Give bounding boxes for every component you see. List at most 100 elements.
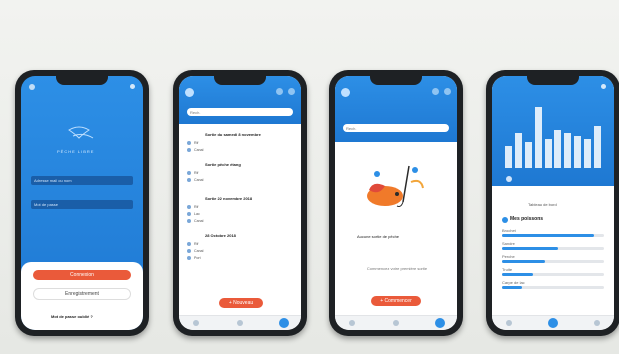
start-button[interactable]: + Commencer	[371, 296, 421, 306]
list-item[interactable]: Canal	[187, 146, 293, 153]
register-button[interactable]: Enregistrement	[33, 288, 131, 300]
login-button[interactable]: Connexion	[33, 270, 131, 280]
avatar[interactable]	[341, 88, 350, 97]
phone-notch	[370, 76, 422, 85]
list-item[interactable]: Canal	[187, 176, 293, 183]
brand-logo	[59, 124, 107, 150]
pin-icon	[187, 218, 191, 223]
fish-name: Truite	[502, 267, 513, 272]
brand-name: PÊCHE LIBRE	[57, 149, 95, 154]
nav-map-icon[interactable]	[349, 320, 355, 326]
pin-icon	[187, 170, 191, 175]
fish-bar	[502, 260, 545, 263]
fish-name: Perche	[502, 254, 515, 259]
new-outing-button[interactable]: + Nouveau	[219, 298, 263, 308]
chart-bar	[574, 136, 581, 168]
section-title: Sortie pêche étang	[205, 162, 241, 167]
fish-bar-track	[502, 234, 604, 237]
chart-bar	[505, 145, 513, 168]
chart-bar	[525, 142, 532, 168]
fish-illustration	[363, 160, 429, 218]
list-item[interactable]: Lac	[187, 210, 293, 217]
filter-icon[interactable]	[276, 88, 283, 95]
email-field[interactable]: Adresse mail ou nom	[31, 176, 133, 185]
search-placeholder: Rech.	[346, 125, 357, 131]
fish-icon	[502, 217, 508, 223]
list-item[interactable]: Rif	[187, 203, 293, 210]
empty-header: Rech.	[335, 76, 457, 142]
section-title: Sortie du samedi 8 novembre	[205, 132, 261, 137]
pin-icon	[187, 211, 191, 216]
list-item[interactable]: Rif	[187, 240, 293, 247]
dashboard-screen: Tableau de bord Mes poissons Brochet San…	[492, 76, 614, 330]
pin-icon	[187, 248, 191, 253]
list-screen: Rech. Sortie du samedi 8 novembre Rif Ca…	[179, 76, 301, 330]
phone-login: PÊCHE LIBRE Adresse mail ou nom Mot de p…	[15, 70, 149, 336]
pin-icon	[187, 241, 191, 246]
list-item[interactable]: Port	[187, 254, 293, 261]
settings-icon[interactable]	[444, 88, 451, 95]
list-item[interactable]: Canal	[187, 217, 293, 224]
fish-bar-track	[502, 247, 604, 250]
fish-name: Brochet	[502, 228, 516, 233]
profile-icon	[506, 176, 512, 182]
pin-icon	[187, 177, 191, 182]
chart-bar	[564, 132, 572, 168]
close-icon[interactable]	[601, 84, 606, 89]
panel-title: Tableau de bord	[528, 202, 557, 207]
pin-icon	[187, 147, 191, 152]
fish-title: Mes poissons	[510, 216, 544, 222]
search-input[interactable]: Rech.	[187, 108, 293, 116]
phone-notch	[56, 76, 108, 85]
nav-list-icon[interactable]	[237, 320, 243, 326]
fish-name: Sandre	[502, 241, 515, 246]
list-item[interactable]: Rif	[187, 139, 293, 146]
bottom-nav	[179, 315, 301, 330]
empty-title: Aucune sortie de pêche	[357, 234, 400, 239]
dashboard-panel: Tableau de bord Mes poissons Brochet San…	[492, 198, 614, 316]
settings-icon[interactable]	[288, 88, 295, 95]
fish-bar	[502, 247, 559, 250]
nav-settings-icon[interactable]	[594, 320, 600, 326]
nav-add-icon[interactable]	[435, 318, 445, 328]
list-item[interactable]: Canal	[187, 247, 293, 254]
dashboard-header	[492, 76, 614, 186]
phone-notch	[214, 76, 266, 85]
avatar[interactable]	[185, 88, 194, 97]
phone-dashboard: Tableau de bord Mes poissons Brochet San…	[486, 70, 619, 336]
password-field[interactable]: Mot de passe	[31, 200, 133, 209]
fish-bar	[502, 273, 533, 276]
list-item[interactable]: Rif	[187, 169, 293, 176]
fish-bar	[502, 286, 523, 289]
empty-subtitle: Commencez votre première sortie	[366, 266, 428, 271]
nav-add-icon[interactable]	[279, 318, 289, 328]
pin-icon	[187, 140, 191, 145]
nav-map-icon[interactable]	[506, 320, 512, 326]
menu-icon[interactable]	[130, 84, 135, 89]
search-input[interactable]: Rech.	[343, 124, 449, 132]
phone-empty: Rech. Aucune sortie de pêche Commencez v…	[329, 70, 463, 336]
login-screen: PÊCHE LIBRE Adresse mail ou nom Mot de p…	[21, 76, 143, 330]
nav-map-icon[interactable]	[193, 320, 199, 326]
pin-icon	[187, 204, 191, 209]
section-title: 28 Octobre 2018	[205, 233, 236, 238]
pin-icon	[187, 255, 191, 260]
fish-bar-track	[502, 286, 604, 289]
forgot-password-link[interactable]: Mot de passe oublié ?	[51, 314, 93, 319]
filter-icon[interactable]	[432, 88, 439, 95]
phone-list: Rech. Sortie du samedi 8 novembre Rif Ca…	[173, 70, 307, 336]
nav-home-icon[interactable]	[548, 318, 558, 328]
chart-area	[504, 104, 602, 168]
chart-bar	[515, 132, 523, 168]
login-panel: Connexion Enregistrement Mot de passe ou…	[21, 262, 143, 330]
chart-bar	[534, 107, 542, 168]
chart-bar	[554, 129, 562, 168]
nav-list-icon[interactable]	[393, 320, 399, 326]
empty-screen: Rech. Aucune sortie de pêche Commencez v…	[335, 76, 457, 330]
search-placeholder: Rech.	[190, 109, 201, 115]
fish-name: Carpe de lac	[502, 280, 525, 285]
chart-bar	[583, 139, 591, 168]
bottom-nav	[335, 315, 457, 330]
phone-notch	[527, 76, 579, 85]
status-dot-icon	[29, 84, 35, 90]
